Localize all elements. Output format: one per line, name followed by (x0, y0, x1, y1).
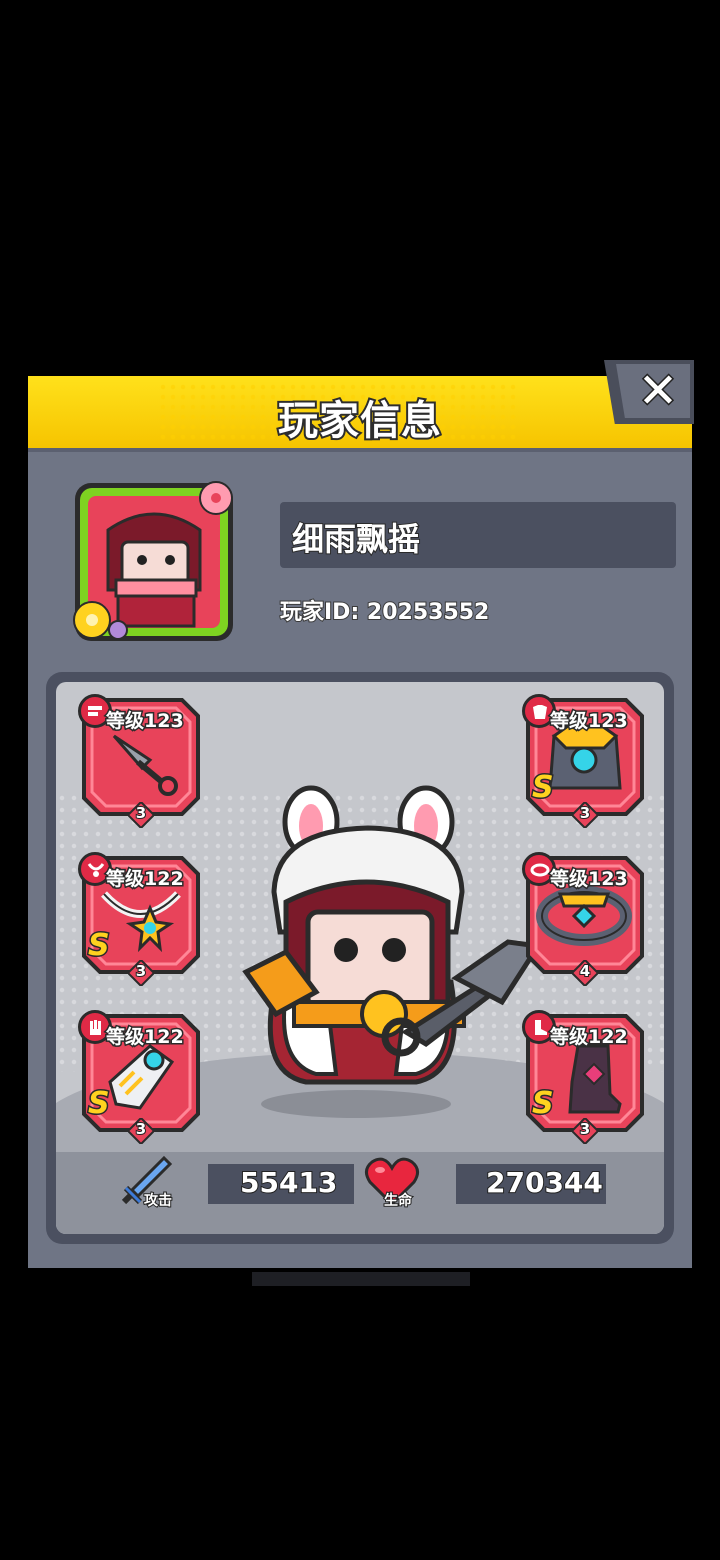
equip-slot-belt[interactable]: 等级123 4 (522, 852, 646, 988)
equip-slot-necklace[interactable]: 等级122 S 3 (78, 852, 202, 988)
armor-icon (548, 724, 622, 790)
equip-grade: S (531, 769, 556, 807)
avatar-portrait-icon (73, 481, 233, 641)
panel-header: 玩家信息 (28, 376, 692, 452)
equip-level: 等级123 (549, 709, 630, 734)
equip-grade: S (87, 927, 112, 965)
equip-level: 等级123 (105, 709, 186, 734)
equip-level: 等级123 (549, 867, 630, 892)
hp-stat: 生命 270344 (362, 1157, 616, 1210)
equip-star-badge: 3 (126, 958, 156, 988)
bottom-divider (252, 1272, 470, 1286)
equip-slot-gloves[interactable]: 等级122 S 3 (78, 1010, 202, 1146)
equip-star-badge: 3 (570, 1116, 600, 1146)
panel-title: 玩家信息 (276, 396, 443, 446)
equip-level: 等级122 (105, 1025, 186, 1050)
player-name: 细雨飘摇 (291, 519, 421, 559)
equip-star-badge: 3 (570, 800, 600, 830)
equip-star-badge: 3 (126, 800, 156, 830)
hp-label: 生命 (383, 1192, 413, 1210)
equip-grade: S (531, 1085, 556, 1123)
attack-stat: 攻击 55413 (112, 1155, 366, 1210)
equipment-area: 等级123 3 等级123 S 3 等级122 S 3 等级123 4 等级12… (46, 672, 674, 1244)
equip-star-badge: 4 (570, 958, 600, 988)
player-avatar[interactable] (72, 480, 236, 644)
equip-grade: S (87, 1085, 112, 1123)
equip-star-badge: 3 (126, 1116, 156, 1146)
player-name-box: 细雨飘摇 (280, 502, 676, 568)
player-id: 玩家ID: 20253552 (279, 599, 490, 626)
equip-slot-weapon[interactable]: 等级123 3 (78, 694, 202, 830)
attack-label: 攻击 (143, 1192, 173, 1210)
equip-level: 等级122 (105, 867, 186, 892)
character-model-icon (242, 785, 543, 1118)
close-button[interactable]: ✕ (604, 360, 694, 424)
hp-value: 270344 (485, 1165, 604, 1200)
equip-slot-boots[interactable]: 等级122 S 3 (522, 1010, 646, 1146)
close-icon: ✕ (636, 362, 679, 421)
attack-value: 55413 (239, 1165, 338, 1200)
equip-slot-armor[interactable]: 等级123 S 3 (522, 694, 646, 830)
equip-level: 等级122 (549, 1025, 630, 1050)
